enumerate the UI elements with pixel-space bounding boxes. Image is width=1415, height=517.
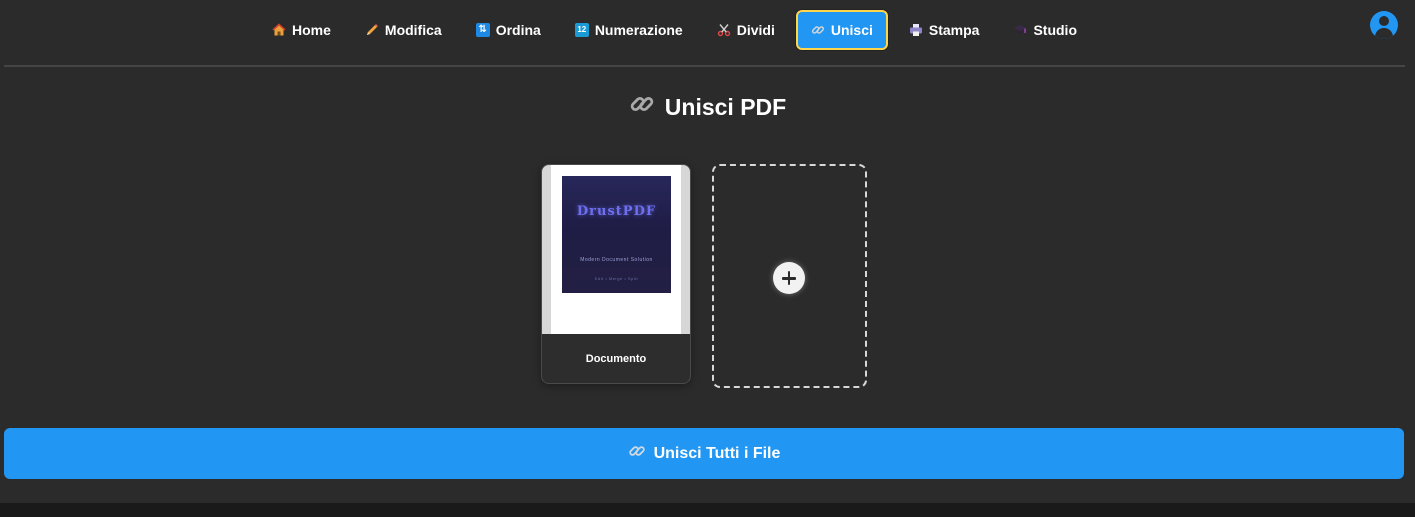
nav-item-dividi[interactable]: Dividi <box>704 10 788 50</box>
file-preview: DrustPDF Modern Document Solution Edit •… <box>542 165 690 334</box>
file-name: Documento <box>585 353 647 365</box>
nav-item-ordina[interactable]: ⇅ Ordina <box>463 10 554 50</box>
account-circle-icon[interactable] <box>1370 11 1398 39</box>
cover-subtitle: Edit • Merge • Split <box>594 276 639 281</box>
pencil-icon <box>365 23 379 37</box>
scissors-icon <box>717 23 731 37</box>
nav-item-stampa[interactable]: Stampa <box>896 10 993 50</box>
nav-item-studio[interactable]: Studio <box>1000 10 1090 50</box>
header-divider <box>4 65 1405 67</box>
link-icon <box>629 91 655 123</box>
nav-item-label: Home <box>292 22 331 38</box>
nav-item-home[interactable]: Home <box>259 10 344 50</box>
nav-item-label: Modifica <box>384 22 442 38</box>
add-file-button[interactable] <box>712 164 867 388</box>
page-title-text: Unisci PDF <box>664 94 787 120</box>
link-icon <box>628 442 646 465</box>
preview-page: DrustPDF Modern Document Solution Edit •… <box>551 165 681 334</box>
file-card[interactable]: DrustPDF Modern Document Solution Edit •… <box>541 164 691 384</box>
plus-icon[interactable] <box>773 262 805 294</box>
top-navigation: Home Modifica ⇅ Ordina 12 Numerazione Di… <box>0 0 1415 64</box>
nav-item-label: Ordina <box>495 22 541 38</box>
footer-strip <box>0 503 1415 517</box>
cover-tagline: Modern Document Solution <box>580 257 653 263</box>
nav-item-label: Unisci <box>830 22 873 38</box>
merge-all-button[interactable]: Unisci Tutti i File <box>4 428 1404 479</box>
link-icon <box>811 23 825 37</box>
reorder-icon: ⇅ <box>475 23 490 37</box>
nav-item-numerazione[interactable]: 12 Numerazione <box>562 10 696 50</box>
printer-icon <box>909 23 923 37</box>
nav-items: Home Modifica ⇅ Ordina 12 Numerazione Di… <box>259 10 1090 50</box>
nav-item-label: Studio <box>1033 22 1077 38</box>
house-icon <box>272 23 286 37</box>
merge-button-label: Unisci Tutti i File <box>653 444 781 462</box>
nav-item-label: Stampa <box>928 22 980 38</box>
cover-brand: DrustPDF <box>576 204 657 219</box>
nav-item-modifica[interactable]: Modifica <box>352 10 455 50</box>
document-cover: DrustPDF Modern Document Solution Edit •… <box>562 176 671 293</box>
nav-item-label: Numerazione <box>594 22 683 38</box>
nav-item-unisci[interactable]: Unisci <box>795 10 888 50</box>
nav-item-label: Dividi <box>736 22 775 38</box>
numbers-icon: 12 <box>574 23 589 37</box>
page-title: Unisci PDF <box>0 94 1415 123</box>
graduation-cap-icon <box>1013 23 1027 37</box>
